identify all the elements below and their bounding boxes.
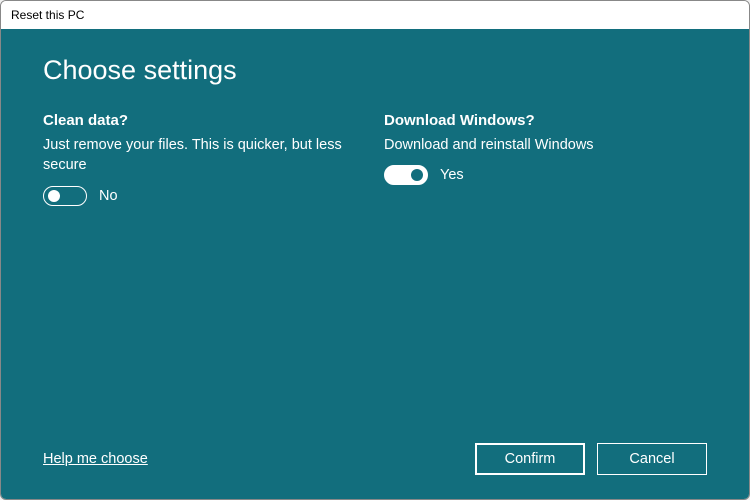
button-row: Confirm Cancel (475, 443, 707, 475)
option-clean-data: Clean data? Just remove your files. This… (43, 112, 366, 206)
clean-data-toggle-row: No (43, 186, 366, 206)
download-windows-toggle-row: Yes (384, 165, 707, 185)
dialog-footer: Help me choose Confirm Cancel (43, 443, 707, 475)
reset-pc-window: Reset this PC Choose settings Clean data… (0, 0, 750, 500)
option-download-windows: Download Windows? Download and reinstall… (384, 112, 707, 206)
download-windows-heading: Download Windows? (384, 112, 707, 129)
options-row: Clean data? Just remove your files. This… (43, 112, 707, 206)
cancel-button[interactable]: Cancel (597, 443, 707, 475)
download-windows-description: Download and reinstall Windows (384, 135, 707, 155)
clean-data-description: Just remove your files. This is quicker,… (43, 135, 366, 176)
clean-data-toggle-label: No (99, 188, 118, 204)
toggle-knob-icon (411, 169, 423, 181)
dialog-content: Choose settings Clean data? Just remove … (1, 29, 749, 499)
download-windows-toggle[interactable] (384, 165, 428, 185)
clean-data-heading: Clean data? (43, 112, 366, 129)
toggle-knob-icon (48, 190, 60, 202)
titlebar: Reset this PC (1, 1, 749, 29)
window-title: Reset this PC (11, 8, 84, 22)
help-me-choose-link[interactable]: Help me choose (43, 451, 148, 467)
page-title: Choose settings (43, 55, 707, 86)
download-windows-toggle-label: Yes (440, 167, 464, 183)
clean-data-toggle[interactable] (43, 186, 87, 206)
confirm-button[interactable]: Confirm (475, 443, 585, 475)
